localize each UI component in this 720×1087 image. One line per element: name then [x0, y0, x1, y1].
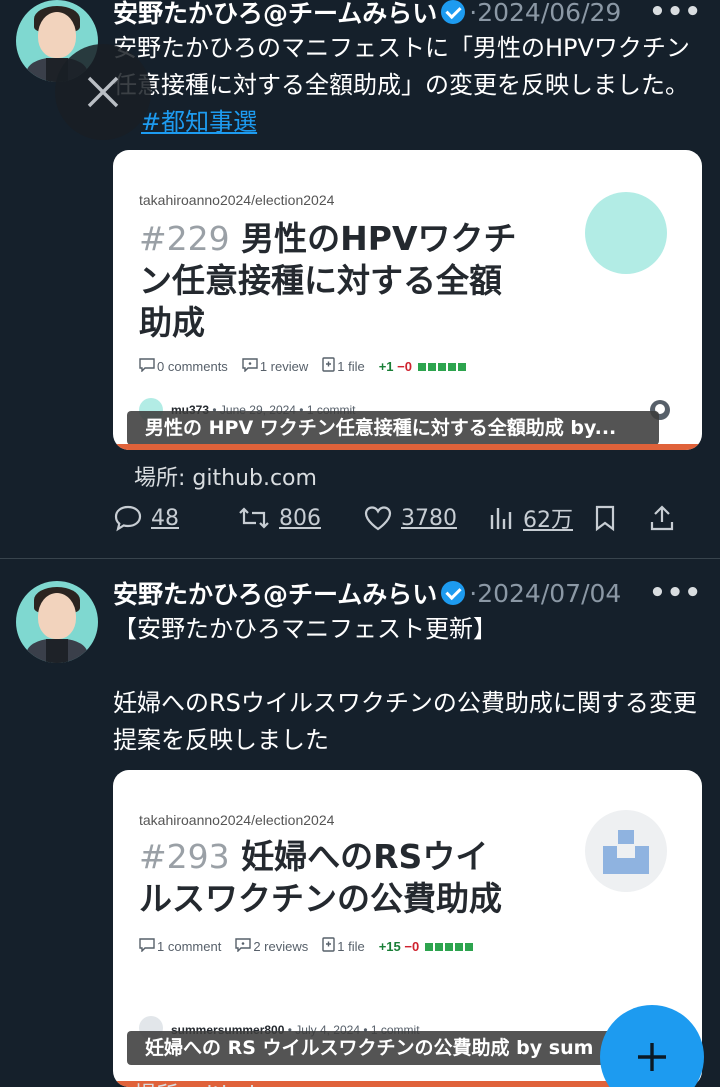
card-accent-bar [113, 444, 702, 450]
verified-icon [441, 0, 466, 24]
tweet-header: 安野たかひろ@チームみらい ·2024/06/29 ••• [113, 0, 720, 32]
bookmark-icon [595, 505, 615, 532]
more-options-button[interactable]: ••• [649, 0, 702, 27]
reply-count: 48 [151, 505, 179, 531]
avatar[interactable] [16, 581, 98, 663]
link-card[interactable]: takahiroanno2024/election2024 #229 男性のHP… [113, 150, 702, 450]
views-button[interactable]: 62万 [489, 502, 593, 534]
verified-icon [441, 581, 466, 605]
hashtag-link[interactable]: #都知事選 [141, 108, 257, 136]
diff-stat: +1 −0 [379, 359, 466, 374]
close-icon [87, 76, 119, 108]
views-count: 62万 [523, 508, 573, 533]
repo-avatar [585, 192, 667, 274]
retweet-button[interactable]: 806 [237, 505, 363, 531]
tweet-date[interactable]: ·2024/07/04 [469, 579, 621, 608]
tweet-date[interactable]: ·2024/06/29 [469, 0, 621, 27]
author-name[interactable]: 安野たかひろ@チームみらい [113, 575, 437, 611]
file-icon [322, 357, 335, 375]
repo-avatar [585, 810, 667, 892]
like-count: 3780 [401, 505, 457, 531]
reviews-count: 2 reviews [253, 938, 309, 954]
pr-number: #293 [139, 837, 230, 876]
comment-icon [139, 357, 155, 375]
files-count: 1 file [337, 938, 365, 954]
heart-icon [364, 506, 392, 531]
card-caption: 妊婦への RS ウイルスワクチンの公費助成 by sum [127, 1031, 617, 1065]
reviews-count: 1 review [259, 358, 309, 374]
plus-icon [638, 1043, 666, 1071]
tweet-header: 安野たかひろ@チームみらい ·2024/07/04 ••• [113, 573, 720, 613]
card-title: #293 妊婦へのRSウイルスワクチンの公費助成 [139, 836, 519, 920]
views-icon [490, 508, 512, 529]
tweet-body: 妊婦へのRSウイルスワクチンの公費助成に関する変更提案を反映しました [113, 689, 697, 754]
share-button[interactable] [649, 504, 675, 532]
files-count: 1 file [337, 358, 365, 374]
review-icon [235, 937, 252, 955]
comments-count: 0 comments [157, 358, 228, 374]
retweet-icon [239, 507, 269, 529]
card-location[interactable]: 場所: github.com [134, 460, 317, 492]
tweet-text: 安野たかひろのマニフェストに「男性のHPVワクチン任意接種に対する全額助成」の変… [113, 30, 700, 141]
card-repo: takahiroanno2024/election2024 [139, 192, 335, 208]
more-options-button[interactable]: ••• [649, 578, 702, 608]
bookmark-button[interactable] [593, 504, 649, 532]
tweet-actions: 48 806 3780 62万 [113, 498, 702, 538]
card-location[interactable]: 場所: github.com [134, 1077, 317, 1087]
share-icon [650, 505, 674, 531]
comment-icon [139, 937, 155, 955]
reply-button[interactable]: 48 [113, 504, 237, 532]
tweet-text: 【安野たかひろマニフェスト更新】 妊婦へのRSウイルスワクチンの公費助成に関する… [113, 611, 700, 759]
diff-stat: +15 −0 [379, 939, 473, 954]
tweet-heading-line: 【安野たかひろマニフェスト更新】 [113, 615, 497, 643]
pr-stats: 1 comment 2 reviews 1 file +15 −0 [139, 937, 473, 955]
comments-count: 1 comment [157, 938, 222, 954]
tweet-body: 安野たかひろのマニフェストに「男性のHPVワクチン任意接種に対する全額助成」の変… [113, 34, 690, 99]
pr-stats: 0 comments 1 review 1 file +1 −0 [139, 357, 466, 375]
close-button[interactable] [55, 44, 151, 140]
author-name[interactable]: 安野たかひろ@チームみらい [113, 0, 437, 30]
card-repo: takahiroanno2024/election2024 [139, 812, 335, 828]
card-caption: 男性の HPV ワクチン任意接種に対する全額助成 by... [127, 411, 659, 445]
like-button[interactable]: 3780 [363, 505, 489, 531]
review-icon [242, 357, 258, 375]
file-icon [322, 937, 335, 955]
pr-number: #229 [139, 219, 230, 258]
reply-icon [114, 505, 142, 532]
card-title: #229 男性のHPVワクチン任意接種に対する全額助成 [139, 218, 519, 344]
retweet-count: 806 [279, 505, 321, 531]
tweet-2[interactable]: 安野たかひろ@チームみらい ·2024/07/04 ••• 【安野たかひろマニフ… [0, 559, 720, 1087]
